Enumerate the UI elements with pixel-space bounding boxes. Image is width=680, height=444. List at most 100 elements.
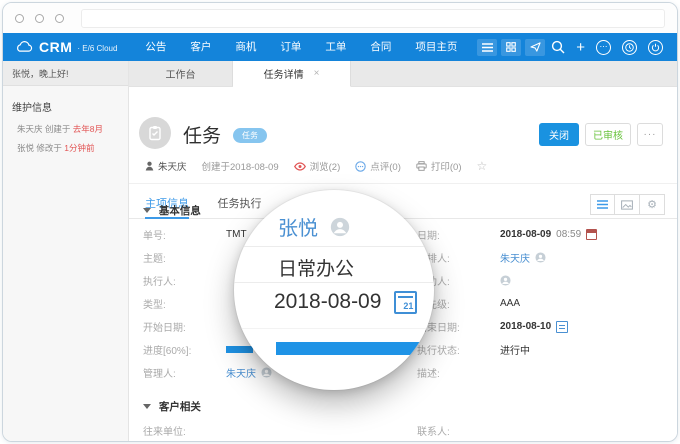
nav-item-orders[interactable]: 订单 — [268, 33, 313, 61]
magnified-executor-name[interactable]: 张悦 — [278, 212, 318, 241]
history-clock-icon[interactable] — [622, 40, 637, 55]
add-icon[interactable]: + — [576, 40, 585, 55]
field-order-no-value: TMT — [226, 229, 247, 240]
nav-right-icons: + ⋯ — [551, 40, 663, 55]
browser-chrome — [3, 3, 677, 33]
settings-gear-icon[interactable]: ⚙ — [640, 194, 665, 215]
subtab-task-execution[interactable]: 任务执行 — [217, 191, 261, 217]
brand-name: CRM — [39, 39, 72, 55]
field-manager-value[interactable]: 朱天庆 — [226, 365, 256, 380]
tab-workbench-label: 工作台 — [166, 66, 196, 81]
nav-item-opportunities[interactable]: 商机 — [223, 33, 268, 61]
field-description-label: 描述: — [403, 365, 500, 380]
field-date-value: 2018-08-09 — [500, 229, 551, 240]
nav-item-project-home[interactable]: 项目主页 — [403, 33, 469, 61]
calendar-picker-icon[interactable]: 21 — [394, 291, 417, 314]
nav-item-announcements[interactable]: 公告 — [133, 33, 178, 61]
field-end-date: 结束日期: 2018-08-10 — [403, 315, 677, 338]
task-header: 任务 任务 关闭 已审核 ··· — [129, 117, 677, 155]
meta-creator: 朱天庆 — [145, 159, 187, 173]
field-subject-label: 主题: — [129, 250, 226, 265]
nav-item-contracts[interactable]: 合同 — [358, 33, 403, 61]
close-tab-icon[interactable]: × — [314, 68, 320, 79]
collapse-triangle-icon — [143, 208, 151, 213]
section-basic-info-label: 基本信息 — [159, 205, 201, 217]
field-manager-label: 管理人: — [129, 365, 226, 380]
window-button-maximize[interactable] — [55, 14, 64, 23]
field-start-date-label: 开始日期: — [129, 319, 226, 334]
maintenance-entry-modified: 张悦 修改于 1分钟前 — [17, 142, 119, 154]
maintenance-info: 维护信息 朱天庆 创建于 去年8月 张悦 修改于 1分钟前 — [3, 86, 128, 174]
nav-item-workorders[interactable]: 工单 — [313, 33, 358, 61]
main-panel: 工作台 任务详情 × 任务 任务 关闭 已审核 ··· — [129, 61, 677, 442]
field-date: 日期: 2018-08-09 08:59 — [403, 223, 677, 246]
magnified-executor: 张悦 — [278, 212, 350, 241]
more-circle-icon[interactable]: ⋯ — [596, 40, 611, 55]
field-partner-unit-label: 往来单位: — [129, 423, 226, 438]
magnifier-overlay: 张悦 日常办公 2018-08-09 21 — [234, 190, 434, 390]
field-priority-value: AAA — [500, 298, 520, 309]
meta-created-date: 创建于2018-08-09 — [202, 159, 279, 173]
person-icon — [145, 161, 154, 171]
send-icon[interactable] — [525, 39, 545, 56]
approved-button[interactable]: 已审核 — [585, 123, 631, 146]
divider — [129, 183, 677, 184]
meta-print[interactable]: 打印(0) — [416, 159, 462, 173]
calendar-blue-icon[interactable] — [556, 321, 568, 333]
field-arranger-value[interactable]: 朱天庆 — [500, 250, 530, 265]
divider — [234, 246, 434, 247]
cloud-icon — [15, 41, 33, 53]
progress-bar — [226, 346, 253, 353]
star-icon[interactable]: ☆ — [477, 159, 488, 173]
list-view-icon[interactable] — [477, 39, 497, 56]
creator-action: 创建于 — [45, 124, 71, 134]
meta-views[interactable]: 浏览(2) — [294, 159, 341, 173]
window-button-close[interactable] — [15, 14, 24, 23]
collapse-triangle-icon — [143, 404, 151, 409]
field-type-label: 类型: — [129, 296, 226, 311]
magnified-type: 日常办公 — [278, 254, 354, 281]
image-layout-icon[interactable] — [615, 194, 640, 215]
list-layout-icon[interactable] — [590, 194, 615, 215]
screenshot-root: CRM · E/6 Cloud 公告 客户 商机 订单 工单 合同 项目主页 — [0, 0, 680, 444]
nav-item-customers[interactable]: 客户 — [178, 33, 223, 61]
field-assistant: 协助人: — [403, 269, 677, 292]
tab-task-details[interactable]: 任务详情 × — [233, 61, 351, 87]
tab-workbench[interactable]: 工作台 — [129, 61, 233, 86]
field-description: 描述: — [403, 361, 677, 384]
printer-icon — [416, 161, 427, 171]
sidebar: 张悦，晚上好! 维护信息 朱天庆 创建于 去年8月 张悦 修改于 1分钟前 — [3, 61, 129, 442]
field-progress-label: 进度[60%]: — [129, 342, 226, 357]
calendar-red-icon[interactable] — [586, 229, 597, 240]
nav-tools — [477, 39, 545, 56]
modifier-name: 张悦 — [17, 143, 34, 153]
meta-creator-name[interactable]: 朱天庆 — [158, 159, 187, 173]
section-basic-info[interactable]: 基本信息 — [143, 203, 201, 218]
tab-strip: 工作台 任务详情 × — [129, 61, 677, 87]
maintenance-entry-created: 朱天庆 创建于 去年8月 — [17, 123, 119, 135]
close-task-button[interactable]: 关闭 — [539, 123, 579, 146]
nav-menu: 公告 客户 商机 订单 工单 合同 项目主页 — [133, 33, 469, 61]
brand-suffix: · E/6 Cloud — [77, 44, 117, 53]
field-exec-status-value: 进行中 — [500, 342, 530, 357]
more-actions-button[interactable]: ··· — [637, 123, 663, 146]
view-switch-group: ⚙ — [590, 194, 665, 215]
app-navbar: CRM · E/6 Cloud 公告 客户 商机 订单 工单 合同 项目主页 — [3, 33, 677, 61]
grid-view-icon[interactable] — [501, 39, 521, 56]
field-partner-unit: 往来单位: — [129, 419, 403, 442]
field-date-time: 08:59 — [556, 229, 581, 240]
field-contact-label: 联系人: — [403, 423, 500, 438]
avatar-icon — [261, 367, 272, 378]
search-icon[interactable] — [551, 40, 565, 54]
subtab-bar: 主项信息 任务执行 ⚙ — [129, 191, 677, 219]
meta-comments-label: 点评(0) — [370, 159, 401, 173]
divider — [234, 282, 434, 283]
brand[interactable]: CRM · E/6 Cloud — [15, 39, 117, 55]
power-icon[interactable] — [648, 40, 663, 55]
avatar-icon[interactable] — [500, 275, 511, 286]
window-button-minimize[interactable] — [35, 14, 44, 23]
frame-body: 张悦，晚上好! 维护信息 朱天庆 创建于 去年8月 张悦 修改于 1分钟前 工 — [3, 61, 677, 442]
url-input[interactable] — [81, 9, 665, 28]
meta-comments[interactable]: 点评(0) — [355, 159, 401, 173]
section-customer-related[interactable]: 客户相关 — [143, 399, 201, 414]
